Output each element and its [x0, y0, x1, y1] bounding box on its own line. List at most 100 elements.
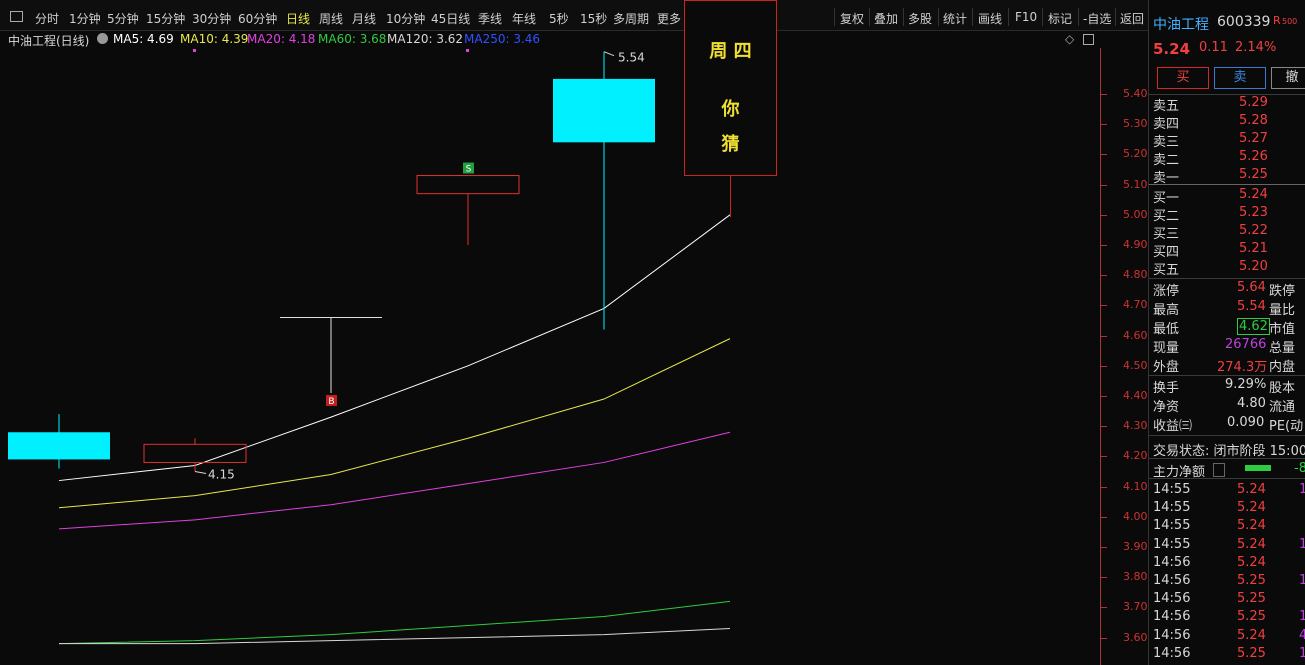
axis-tick-label: 5.00 [1123, 207, 1148, 221]
ask-label: 卖三 [1153, 135, 1180, 150]
bid-price: 5.20 [1239, 259, 1268, 274]
tick-price: 5.25 [1237, 609, 1266, 625]
tick-time: 14:56 [1153, 554, 1191, 570]
back-button[interactable]: 返回 [1120, 10, 1144, 27]
mark-button[interactable]: 标记 [1048, 10, 1072, 27]
ma-line-ma20 [58, 431, 731, 530]
stat-label: 现量 [1153, 341, 1180, 356]
period-5sec[interactable]: 5秒 [549, 10, 569, 27]
toolbar-divider [1042, 8, 1043, 26]
candlestick-chart[interactable]: B S 5.54 4.15 [0, 48, 1100, 665]
statistics-button[interactable]: 统计 [943, 10, 967, 27]
bid-price: 5.23 [1239, 205, 1268, 220]
axis-tick-mark [1101, 275, 1107, 277]
remove-watchlist-button[interactable]: -自选 [1083, 10, 1111, 27]
ask-label: 卖四 [1153, 117, 1180, 132]
period-10min[interactable]: 10分钟 [386, 10, 425, 27]
bid-price: 5.24 [1239, 187, 1268, 202]
bid-row: 买一 5.24 [1149, 187, 1305, 206]
stat-row: 涨停 5.64 跌停 [1149, 280, 1305, 299]
trade-status: 交易状态: 闭市阶段 15:00 [1153, 444, 1305, 459]
buy-button[interactable]: 买 [1157, 67, 1209, 89]
sell-button[interactable]: 卖 [1214, 67, 1266, 89]
stock-badge-num: 500 [1282, 17, 1298, 26]
axis-tick-mark [1101, 426, 1107, 428]
stat-label-2: 跌停 [1269, 284, 1296, 299]
period-more[interactable]: 更多 [657, 10, 681, 27]
tick-row: 14:55 5.24 [1149, 500, 1305, 518]
multi-stock-button[interactable]: 多股 [908, 10, 932, 27]
ask-row: 卖四 5.28 [1149, 113, 1305, 132]
axis-tick-mark [1101, 335, 1107, 337]
axis-tick-label: 4.00 [1123, 509, 1148, 523]
cancel-order-button[interactable]: 撤 [1271, 67, 1305, 89]
tick-time: 14:56 [1153, 645, 1191, 661]
stat-value: 4.80 [1237, 396, 1266, 411]
stat-label: 外盘 [1153, 360, 1180, 375]
stat-row: 最低 4.62 市值 [1149, 318, 1305, 337]
axis-tick-mark [1101, 214, 1107, 216]
restore-rights-button[interactable]: 复权 [840, 10, 864, 27]
tick-time: 14:55 [1153, 500, 1191, 516]
draw-line-button[interactable]: 画线 [978, 10, 1002, 27]
ma10-label: MA10: 4.39 [180, 32, 249, 46]
axis-tick-label: 5.20 [1123, 147, 1148, 161]
tick-row: 14:56 5.25 1 [1149, 646, 1305, 664]
stat-label-2: 市值 [1269, 322, 1296, 337]
period-weekly[interactable]: 周线 [319, 10, 343, 27]
period-15min[interactable]: 15分钟 [146, 10, 185, 27]
window-toggle-icon[interactable] [1083, 34, 1094, 45]
stat-value: 4.62 [1237, 318, 1270, 335]
bid-label: 买五 [1153, 263, 1180, 278]
tick-price: 5.25 [1237, 573, 1266, 588]
tick-row: 14:56 5.25 1 [1149, 573, 1305, 591]
period-60min[interactable]: 60分钟 [238, 10, 277, 27]
period-5min[interactable]: 5分钟 [107, 10, 139, 27]
axis-tick-label: 5.40 [1123, 87, 1148, 100]
period-multi[interactable]: 多周期 [613, 10, 649, 27]
bid-row: 买三 5.22 [1149, 223, 1305, 242]
ask-label: 卖二 [1153, 153, 1180, 168]
axis-tick-mark [1101, 486, 1107, 488]
period-30min[interactable]: 30分钟 [192, 10, 231, 27]
stat-row: 外盘 274.3万 内盘 [1149, 356, 1305, 375]
tick-row: 14:55 5.24 1 [1149, 537, 1305, 555]
ma250-label: MA250: 3.46 [464, 32, 541, 46]
period-yearly[interactable]: 年线 [512, 10, 536, 27]
list-icon[interactable] [1213, 463, 1225, 477]
axis-tick-label: 4.90 [1123, 238, 1148, 251]
axis-tick-label: 3.90 [1123, 540, 1148, 553]
period-daily[interactable]: 日线 [286, 10, 310, 27]
overlay-button[interactable]: 叠加 [874, 10, 898, 27]
main-flow-bar [1245, 465, 1271, 471]
period-quarterly[interactable]: 季线 [478, 10, 502, 27]
axis-tick-label: 4.80 [1123, 268, 1148, 282]
indicator-dropdown-icon[interactable] [97, 33, 108, 44]
axis-tick-mark [1101, 305, 1107, 307]
ask-price: 5.26 [1239, 149, 1268, 164]
axis-tick-label: 4.50 [1123, 358, 1148, 372]
ask-row: 卖五 5.29 [1149, 95, 1305, 114]
axis-tick-mark [1101, 365, 1107, 367]
stat-row: 净资 4.80 流通 [1149, 396, 1305, 415]
stat-label-2: 股本 [1269, 381, 1296, 396]
tick-volume: 4 [1299, 627, 1305, 643]
period-15sec[interactable]: 15秒 [580, 10, 607, 27]
tick-volume: 1 [1299, 536, 1305, 552]
stat-label-2: 内盘 [1269, 360, 1296, 375]
annotation-callout: 周 四 你 猜 [684, 0, 777, 217]
toolbar-divider [1078, 8, 1079, 26]
period-45day[interactable]: 45日线 [431, 10, 470, 27]
diamond-icon[interactable]: ◇ [1065, 32, 1074, 46]
panel-toggle-icon[interactable] [10, 11, 23, 22]
toolbar-divider [903, 8, 904, 26]
ma20-label: MA20: 4.18 [247, 32, 316, 46]
period-monthly[interactable]: 月线 [352, 10, 376, 27]
period-1min[interactable]: 1分钟 [69, 10, 101, 27]
f10-button[interactable]: F10 [1015, 10, 1037, 24]
ask-price: 5.25 [1239, 167, 1268, 182]
axis-tick-mark [1101, 154, 1107, 156]
period-fenshi[interactable]: 分时 [35, 10, 59, 27]
tick-time: 14:56 [1153, 573, 1191, 588]
bid-label: 买一 [1153, 191, 1180, 206]
